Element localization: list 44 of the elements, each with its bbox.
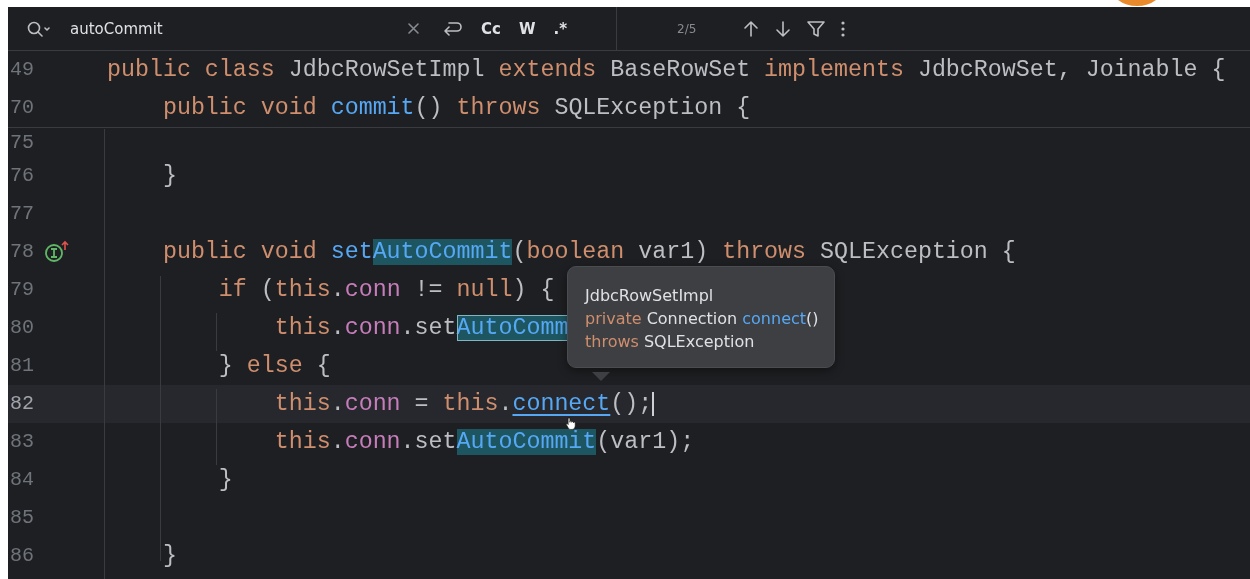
- line-number: 80: [9, 315, 35, 341]
- method-link[interactable]: connect: [512, 391, 611, 418]
- tooltip-text: private Connection connect(): [585, 308, 820, 330]
- line-number: 78: [9, 239, 35, 265]
- filter-icon[interactable]: [806, 18, 827, 39]
- tooltip-pointer: [592, 372, 610, 381]
- search-option-toggle[interactable]: .*: [549, 17, 571, 40]
- line-number: 83: [9, 429, 35, 455]
- search-option-toggle[interactable]: W: [514, 17, 540, 40]
- line-number: 76: [9, 163, 35, 189]
- match-count: 2/5: [677, 21, 697, 36]
- clear-icon[interactable]: [406, 21, 421, 36]
- code-line: public void commit() throws SQLException {: [161, 96, 751, 120]
- code-line: this.conn.setAutoCommit(var1);: [273, 430, 695, 454]
- code-line: }: [161, 544, 177, 568]
- line-number: 84: [9, 467, 35, 493]
- arrow-up-icon[interactable]: [742, 18, 761, 39]
- arrow-down-icon[interactable]: [774, 18, 793, 39]
- line-number: 79: [9, 277, 35, 303]
- search-match: AutoCommit: [372, 239, 513, 265]
- code-line: }: [217, 468, 233, 492]
- tooltip-text: throws SQLException: [585, 331, 756, 353]
- search-match: AutoCommit: [456, 429, 597, 455]
- search-option-toggle[interactable]: Cc: [477, 17, 505, 40]
- line-number: 70: [9, 95, 35, 121]
- tooltip-text: JdbcRowSetImpl: [585, 285, 715, 307]
- code-line: } else {: [217, 354, 331, 378]
- implements-icon[interactable]: [44, 240, 70, 264]
- search-icon[interactable]: [26, 19, 50, 38]
- line-number: 85: [9, 505, 35, 531]
- line-number: 75: [9, 130, 35, 156]
- line-number: 86: [9, 543, 35, 569]
- code-line: public class JdbcRowSetImpl extends BaseRowSet implements JdbcRowSet, Joinable {: [107, 58, 1226, 82]
- code-line: }: [161, 164, 177, 188]
- search-field[interactable]: autoCommit: [70, 19, 400, 38]
- line-number: 77: [9, 201, 35, 227]
- code-line: this.conn = this.connect();: [273, 392, 655, 416]
- code-line: if (this.conn != null) {: [217, 278, 555, 302]
- line-number: 49: [9, 57, 35, 83]
- text-caret: [652, 392, 655, 416]
- code-line: public void setAutoCommit(boolean var1) throws SQLException {: [161, 240, 1016, 264]
- hand-cursor-icon: [565, 417, 576, 430]
- line-number: 81: [9, 353, 35, 379]
- line-number: 82: [9, 391, 35, 417]
